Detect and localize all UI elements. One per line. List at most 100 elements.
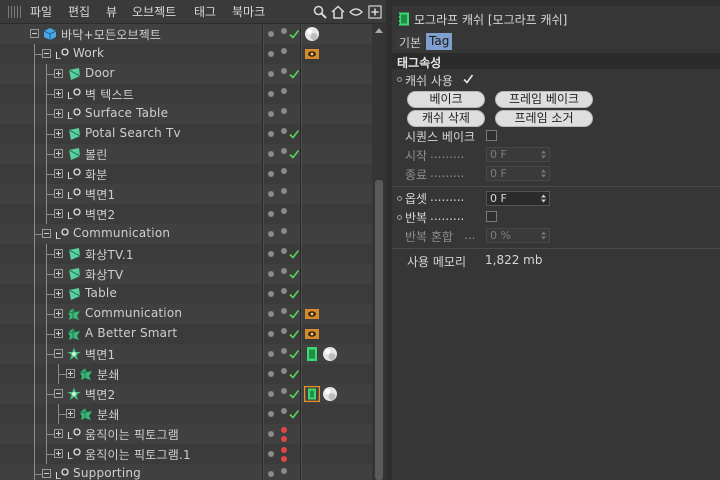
new-panel-icon[interactable]	[368, 5, 382, 19]
sphere-material-tag-icon[interactable]	[322, 346, 338, 362]
expand-icon[interactable]	[54, 289, 63, 298]
enabled-check-icon[interactable]	[289, 249, 299, 259]
panel-grip-icon[interactable]	[8, 6, 22, 18]
object-name[interactable]: 분쇄	[97, 366, 119, 383]
editor-visibility-dot[interactable]	[268, 71, 274, 77]
editor-visibility-dot[interactable]	[268, 51, 274, 57]
tree-row[interactable]: Communication	[0, 304, 372, 324]
spinner-icon[interactable]	[541, 150, 546, 159]
tree-row[interactable]: 화상TV.1	[0, 244, 372, 264]
enabled-check-icon[interactable]	[289, 389, 299, 399]
object-name[interactable]: Surface Table	[85, 106, 168, 120]
render-visibility-dot[interactable]	[281, 328, 287, 334]
expand-icon[interactable]	[54, 429, 63, 438]
render-visibility-dot[interactable]	[281, 88, 287, 94]
editor-visibility-dot[interactable]	[268, 351, 274, 357]
tree-row[interactable]: 화상TV	[0, 264, 372, 284]
tree-row[interactable]: 벽면2	[0, 384, 372, 404]
editor-visibility-dot[interactable]	[268, 151, 274, 157]
render-visibility-dot[interactable]	[281, 208, 287, 214]
editor-visibility-dot[interactable]	[281, 427, 287, 433]
expand-icon[interactable]	[66, 369, 75, 378]
loop-checkbox[interactable]	[486, 211, 497, 222]
menu-file[interactable]: 파일	[30, 3, 52, 20]
editor-visibility-dot[interactable]	[268, 211, 274, 217]
editor-visibility-dot[interactable]	[268, 31, 274, 37]
expand-icon[interactable]	[54, 189, 63, 198]
render-visibility-dot[interactable]	[281, 436, 287, 442]
object-name[interactable]: 화분	[85, 166, 107, 183]
loop-blend-field[interactable]: 0 %	[486, 228, 550, 243]
object-name[interactable]: Communication	[73, 226, 170, 240]
editor-visibility-dot[interactable]	[268, 131, 274, 137]
expand-icon[interactable]	[54, 329, 63, 338]
object-name[interactable]: 벽면1	[85, 186, 115, 203]
render-visibility-dot[interactable]	[281, 48, 287, 54]
tree-row[interactable]: 바닥+모든오브젝트	[0, 24, 372, 44]
tree-row[interactable]: L 움직이는 픽토그램.1	[0, 444, 372, 464]
menu-bookmark[interactable]: 북마크	[232, 3, 265, 20]
enabled-check-icon[interactable]	[289, 369, 299, 379]
collapse-icon[interactable]	[42, 469, 51, 478]
tree-row[interactable]: A Better Smart	[0, 324, 372, 344]
render-visibility-dot[interactable]	[281, 468, 287, 474]
render-visibility-dot[interactable]	[281, 268, 287, 274]
display-tag-icon[interactable]	[304, 326, 320, 342]
object-name[interactable]: 벽면2	[85, 206, 115, 223]
editor-visibility-dot[interactable]	[268, 91, 274, 97]
editor-visibility-dot[interactable]	[268, 271, 274, 277]
enabled-check-icon[interactable]	[289, 329, 299, 339]
tree-row[interactable]: Door	[0, 64, 372, 84]
expand-icon[interactable]	[54, 449, 63, 458]
render-visibility-dot[interactable]	[281, 148, 287, 154]
enabled-check-icon[interactable]	[289, 289, 299, 299]
render-visibility-dot[interactable]	[281, 28, 287, 34]
render-visibility-dot[interactable]	[281, 308, 287, 314]
object-name[interactable]: 움직이는 픽토그램	[85, 426, 179, 443]
expand-icon[interactable]	[54, 89, 63, 98]
use-cache-checkbox[interactable]	[462, 73, 474, 85]
tree-row[interactable]: Potal Search Tv	[0, 124, 372, 144]
tree-row[interactable]: 분쇄	[0, 364, 372, 384]
object-name[interactable]: Door	[85, 66, 115, 80]
editor-visibility-dot[interactable]	[268, 311, 274, 317]
render-visibility-dot[interactable]	[281, 368, 287, 374]
object-name[interactable]: 분쇄	[97, 406, 119, 423]
start-field[interactable]: 0 F	[486, 147, 550, 162]
editor-visibility-dot[interactable]	[268, 471, 274, 477]
tree-row[interactable]: L 벽면1	[0, 184, 372, 204]
collapse-icon[interactable]	[54, 389, 63, 398]
mograph-cache-tag-icon[interactable]	[304, 346, 320, 362]
display-tag-icon[interactable]	[304, 306, 320, 322]
editor-visibility-dot[interactable]	[268, 191, 274, 197]
expand-icon[interactable]	[54, 249, 63, 258]
tree-row[interactable]: Table	[0, 284, 372, 304]
home-icon[interactable]	[331, 5, 345, 19]
expand-icon[interactable]	[54, 309, 63, 318]
param-animate-bullet-icon[interactable]	[397, 196, 402, 201]
enabled-check-icon[interactable]	[289, 269, 299, 279]
tree-row[interactable]: L 벽 텍스트	[0, 84, 372, 104]
frame-clear-button[interactable]: 프레임 소거	[495, 110, 593, 127]
editor-visibility-dot[interactable]	[268, 251, 274, 257]
tree-row[interactable]: 볼린	[0, 144, 372, 164]
expand-icon[interactable]	[54, 269, 63, 278]
editor-visibility-dot[interactable]	[268, 371, 274, 377]
expand-icon[interactable]	[54, 129, 63, 138]
object-name[interactable]: 벽면2	[85, 386, 115, 403]
object-name[interactable]: 화상TV.1	[85, 246, 134, 263]
object-name[interactable]: 화상TV	[85, 266, 123, 283]
enabled-check-icon[interactable]	[289, 69, 299, 79]
scroll-thumb[interactable]	[375, 180, 383, 480]
tab-basic[interactable]: 기본	[396, 33, 425, 50]
editor-visibility-dot[interactable]	[268, 391, 274, 397]
render-visibility-dot[interactable]	[281, 188, 287, 194]
object-manager-scrollbar[interactable]	[372, 24, 386, 480]
expand-icon[interactable]	[54, 69, 63, 78]
editor-visibility-dot[interactable]	[268, 411, 274, 417]
editor-visibility-dot[interactable]	[268, 431, 274, 437]
search-icon[interactable]	[313, 5, 327, 19]
param-animate-bullet-icon[interactable]	[397, 215, 402, 220]
expand-icon[interactable]	[54, 109, 63, 118]
enabled-check-icon[interactable]	[289, 409, 299, 419]
